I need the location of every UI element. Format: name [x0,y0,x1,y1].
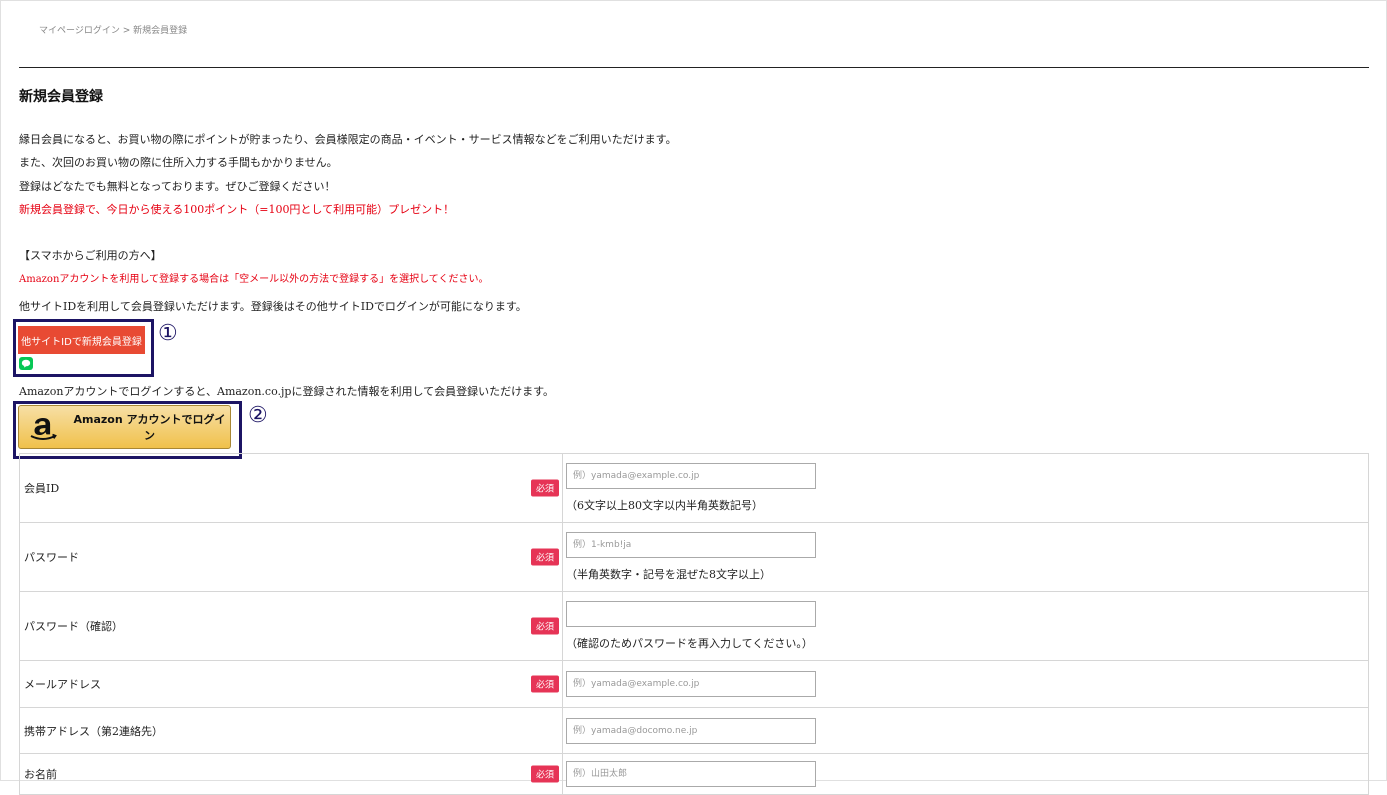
field-label-cell: パスワード（確認） 必須 [19,591,563,661]
line-icon[interactable] [19,357,33,370]
breadcrumb: マイページログイン > 新規会員登録 [39,23,187,36]
registration-form-table: 会員ID 必須 （6文字以上80文字以内半角英数記号） パスワード 必須 （半角… [19,453,1369,795]
social-login-text: 他サイトIDを利用して会員登録いただけます。登録後はその他サイトIDでログインが… [19,300,527,313]
field-label: お名前 [24,768,57,781]
field-hint: （6文字以上80文字以内半角英数記号） [566,499,763,512]
field-label-cell: 携帯アドレス（第2連絡先） [19,707,563,754]
form-row-password-confirm: パスワード（確認） 必須 （確認のためパスワードを再入力してください。） [19,591,1369,661]
required-badge: 必須 [530,765,559,783]
social-register-button[interactable]: 他サイトIDで新規会員登録 [18,326,145,354]
intro-text-1: 縁日会員になると、お買い物の際にポイントが貯まったり、会員様限定の商品・イベント… [19,133,677,146]
field-label-cell: お名前 必須 [19,753,563,795]
field-input-cell: （確認のためパスワードを再入力してください。） [562,591,1369,661]
field-label: メールアドレス [24,678,101,691]
form-row-name: お名前 必須 [19,753,1369,795]
page-title: 新規会員登録 [19,89,103,105]
field-input-cell [562,707,1369,754]
divider [19,67,1369,68]
required-badge: 必須 [530,675,559,693]
amazon-logo-icon [27,411,59,443]
field-label: 会員ID [24,482,60,495]
mobile-email-input[interactable] [566,717,816,744]
email-input[interactable] [566,671,816,697]
field-label: パスワード（確認） [24,620,123,633]
intro-text-2: また、次回のお買い物の際に住所入力する手間もかかりません。 [19,156,338,169]
field-input-cell [562,660,1369,708]
password-confirm-input[interactable] [566,601,816,627]
member-id-input[interactable] [566,463,816,489]
name-input[interactable] [566,761,816,787]
form-row-email: メールアドレス 必須 [19,660,1369,708]
intro-text-3: 登録はどなたでも無料となっております。ぜひご登録ください！ [19,180,336,193]
field-hint: （半角英数字・記号を混ぜた8文字以上） [566,568,771,581]
password-input[interactable] [566,532,816,558]
field-input-cell: （6文字以上80文字以内半角英数記号） [562,453,1369,523]
required-badge: 必須 [530,479,559,497]
field-label: パスワード [24,551,79,564]
callout-1: ① [158,321,178,346]
form-row-member-id: 会員ID 必須 （6文字以上80文字以内半角英数記号） [19,453,1369,523]
breadcrumb-separator: > [122,26,131,36]
amazon-login-text: Amazonアカウントでログインすると、Amazon.co.jpに登録された情報… [19,385,555,398]
amazon-login-button[interactable]: Amazon アカウントでログイン [18,405,231,449]
field-input-cell: （半角英数字・記号を混ぜた8文字以上） [562,522,1369,592]
field-input-cell [562,753,1369,795]
callout-2: ② [248,403,268,428]
required-badge: 必須 [530,548,559,566]
form-row-mobile-email: 携帯アドレス（第2連絡先） [19,707,1369,754]
form-row-password: パスワード 必須 （半角英数字・記号を混ぜた8文字以上） [19,522,1369,592]
field-label-cell: メールアドレス 必須 [19,660,563,708]
smartphone-heading: 【スマホからご利用の方へ】 [19,249,162,262]
required-badge: 必須 [530,617,559,635]
field-label: 携帯アドレス（第2連絡先） [24,724,163,738]
breadcrumb-home-link[interactable]: マイページログイン [39,26,120,36]
amazon-button-label: Amazon アカウントでログイン [73,413,226,442]
smartphone-note: Amazonアカウントを利用して登録する場合は「空メール以外の方法で登録する」を… [19,274,489,285]
field-hint: （確認のためパスワードを再入力してください。） [566,637,813,650]
field-label-cell: パスワード 必須 [19,522,563,592]
promo-text: 新規会員登録で、今日から使える100ポイント（=100円として利用可能）プレゼン… [19,203,455,216]
field-label-cell: 会員ID 必須 [19,453,563,523]
breadcrumb-current: 新規会員登録 [133,26,188,36]
